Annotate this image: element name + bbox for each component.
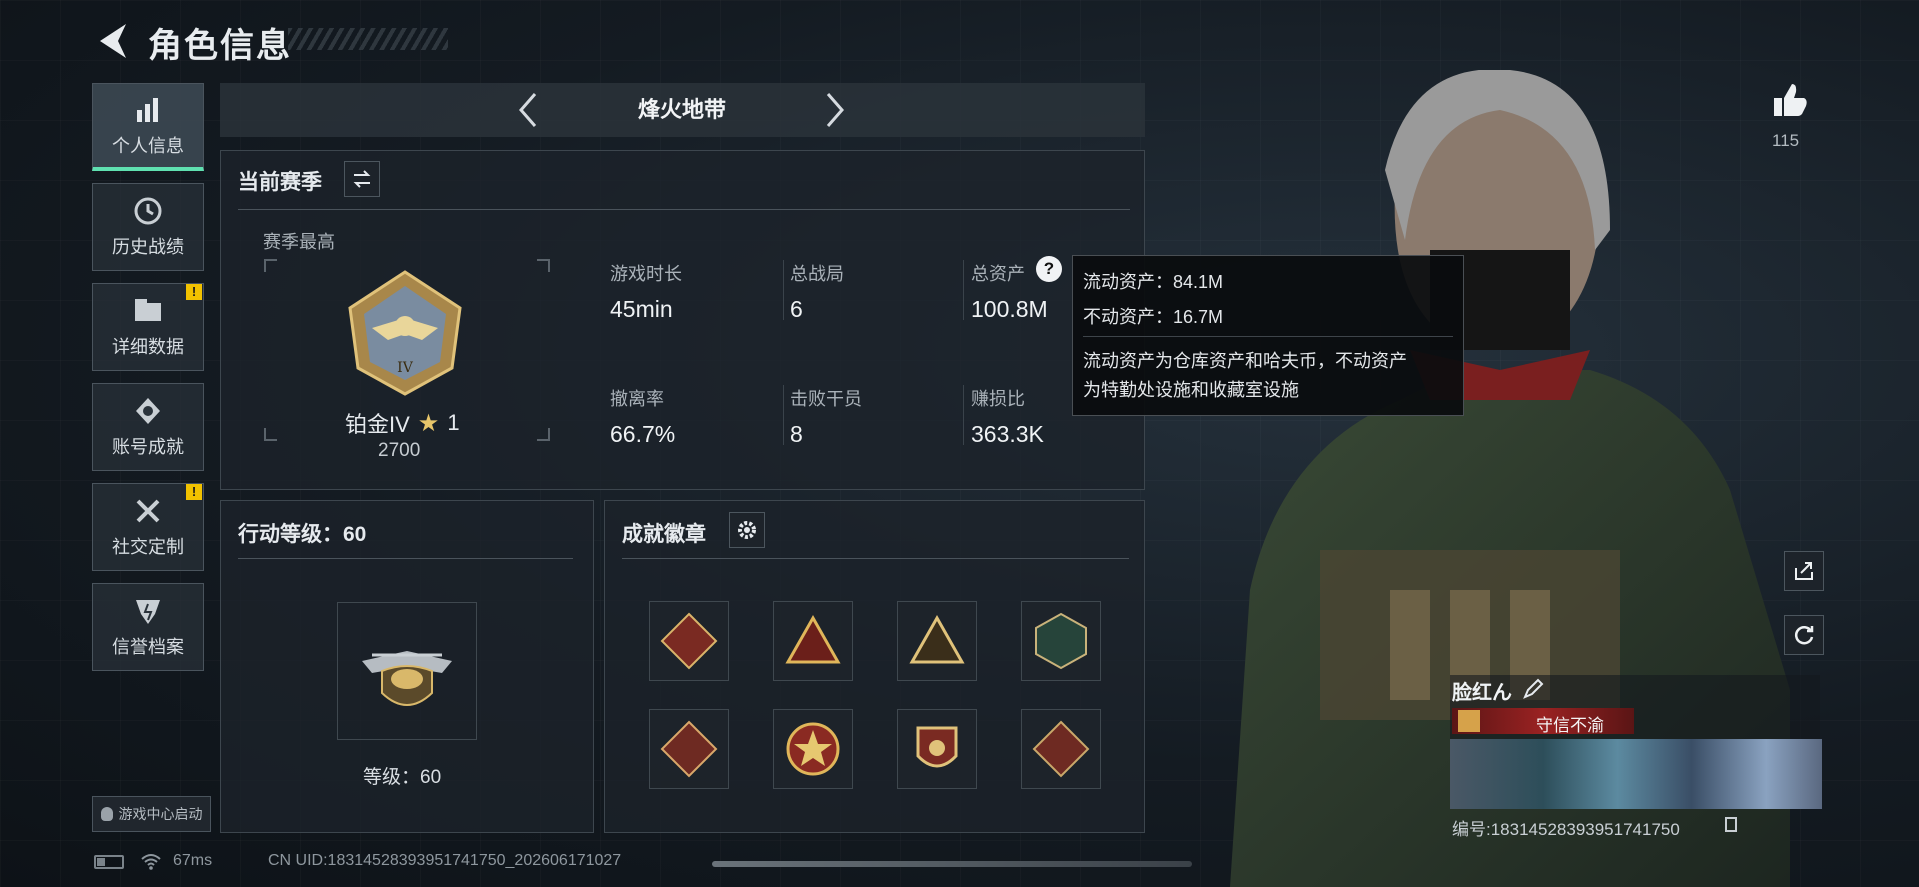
stat-label: 总战局 <box>790 264 844 284</box>
battery-icon <box>94 855 124 869</box>
gear-icon <box>738 521 756 539</box>
achievement-badge[interactable] <box>1021 601 1101 681</box>
warning-badge: ! <box>186 484 202 500</box>
profile-banner-image <box>1450 739 1822 809</box>
action-level-emblem <box>337 602 477 740</box>
divider <box>783 260 784 320</box>
share-button[interactable] <box>1784 551 1824 591</box>
page-title: 角色信息 <box>148 27 292 65</box>
achievement-badge[interactable] <box>649 601 729 681</box>
player-id: 编号:18314528393951741750 <box>1452 820 1680 839</box>
divider <box>963 385 964 445</box>
ping-value: 67ms <box>173 852 213 869</box>
title-decoration <box>288 28 448 50</box>
swap-icon <box>353 170 371 188</box>
sidebar-item-label: 个人信息 <box>112 135 184 156</box>
sidebar-item-label: 信誉档案 <box>112 637 184 657</box>
sidebar-item-label: 历史战绩 <box>112 237 184 257</box>
divider <box>238 558 573 559</box>
platinum-rank-icon: IV <box>348 270 462 396</box>
tooltip-liquid-assets: 流动资产：84.1M <box>1083 272 1224 292</box>
like-icon[interactable] <box>1770 80 1810 120</box>
achievement-badge[interactable] <box>1021 709 1101 789</box>
sidebar-item-label: 详细数据 <box>112 337 184 357</box>
achievement-badge[interactable] <box>897 601 977 681</box>
stat-extraction-rate: 撤离率 66.7% <box>610 385 675 448</box>
stat-value: 66.7% <box>610 421 676 447</box>
next-mode-arrow-icon[interactable] <box>822 90 848 130</box>
tooltip-description-line: 为特勤处设施和收藏室设施 <box>1083 380 1299 400</box>
season-best-label: 赛季最高 <box>263 232 335 252</box>
divider <box>238 209 1130 210</box>
tooltip-fixed-assets: 不动资产：16.7M <box>1083 307 1224 327</box>
sidebar-item-reputation[interactable]: 信誉档案 <box>92 583 204 671</box>
tools-icon <box>132 495 164 527</box>
help-icon[interactable]: ? <box>1036 256 1062 282</box>
honor-title: 守信不渝 <box>1536 716 1604 735</box>
helicopter-emblem-icon <box>362 651 452 706</box>
qq-icon <box>100 807 113 821</box>
level-label: 等级：60 <box>363 767 442 788</box>
tooltip-description-line: 流动资产为仓库资产和哈夫币，不动资产 <box>1083 351 1407 371</box>
sidebar-item-label: 账号成就 <box>112 437 184 457</box>
copy-icon[interactable] <box>1725 817 1737 832</box>
stat-label: 击败干员 <box>790 389 862 409</box>
divider <box>622 558 1129 559</box>
sidebar-item-label: 社交定制 <box>112 537 184 557</box>
sidebar-item-history[interactable]: 历史战绩 <box>92 183 204 271</box>
player-name: 脸红ん <box>1452 682 1512 704</box>
clock-icon <box>132 195 164 227</box>
stat-value: 6 <box>790 296 803 322</box>
svg-text:IV: IV <box>397 360 414 376</box>
stat-value: 100.8M <box>971 296 1048 322</box>
stat-profit-loss: 赚损比 363.3K <box>971 385 1044 448</box>
achievement-badge[interactable] <box>897 709 977 789</box>
refresh-icon <box>1794 626 1814 645</box>
bar-chart-icon <box>132 94 164 126</box>
uid-text: CN UID:18314528393951741750_202606171027 <box>268 852 622 869</box>
mode-title: 烽火地带 <box>637 97 726 122</box>
warning-badge: ! <box>186 284 202 300</box>
launch-label: 游戏中心启动 <box>118 806 203 822</box>
star-icon: ★ <box>417 409 440 437</box>
stat-label: 赚损比 <box>971 389 1025 409</box>
stat-total-matches: 总战局 6 <box>790 260 844 323</box>
achievement-badge[interactable] <box>773 709 853 789</box>
stat-label: 撤离率 <box>610 389 664 409</box>
shield-icon <box>132 595 164 627</box>
edit-pencil-icon[interactable] <box>1522 678 1544 700</box>
divider <box>1083 336 1453 337</box>
rank-line: 铂金IV ★ 1 <box>345 407 460 439</box>
divider <box>963 260 964 320</box>
game-center-launch-button[interactable]: 游戏中心启动 <box>92 796 211 832</box>
divider <box>783 385 784 445</box>
season-title: 当前赛季 <box>238 171 322 194</box>
stat-operators-defeated: 击败干员 8 <box>790 385 862 448</box>
wifi-icon <box>141 854 161 870</box>
switch-season-button[interactable] <box>344 161 380 197</box>
like-count: 115 <box>1772 131 1800 150</box>
sidebar-item-personal-info[interactable]: 个人信息 <box>92 83 204 171</box>
folder-icon <box>132 295 164 327</box>
action-level-title: 行动等级：60 <box>238 523 367 546</box>
achievements-title: 成就徽章 <box>622 523 706 546</box>
scale-icon <box>1458 710 1480 732</box>
achievement-badge[interactable] <box>773 601 853 681</box>
stat-play-time: 游戏时长 45min <box>610 260 682 323</box>
sidebar-item-achievements[interactable]: 账号成就 <box>92 383 204 471</box>
back-arrow-icon[interactable] <box>92 18 132 64</box>
medal-icon <box>132 395 164 427</box>
rank-score: 2700 <box>378 440 421 461</box>
share-icon <box>1795 562 1813 580</box>
stat-value: 363.3K <box>971 421 1044 447</box>
achievements-settings-button[interactable] <box>729 512 765 548</box>
refresh-button[interactable] <box>1784 615 1824 655</box>
rank-name: 铂金IV <box>345 412 410 437</box>
achievement-badge[interactable] <box>649 709 729 789</box>
rank-stars: 1 <box>447 410 460 435</box>
scroll-bar[interactable] <box>712 861 1192 867</box>
stat-value: 45min <box>610 296 673 322</box>
stat-value: 8 <box>790 421 803 447</box>
stat-label: 游戏时长 <box>610 264 682 284</box>
